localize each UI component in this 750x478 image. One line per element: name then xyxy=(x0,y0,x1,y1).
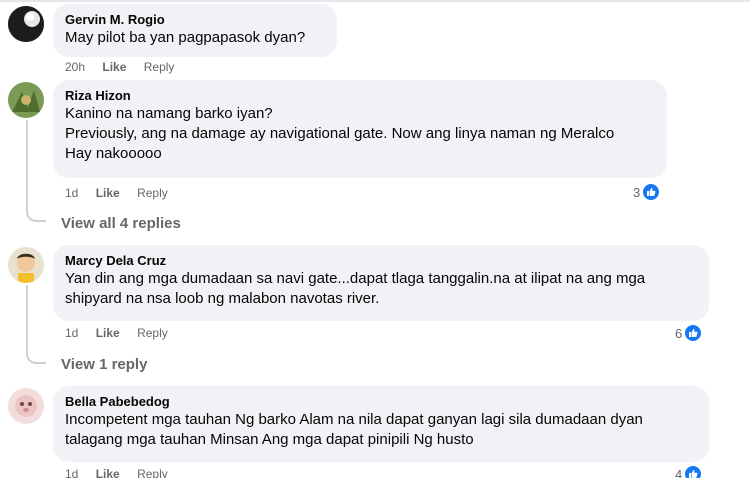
like-button[interactable]: Like xyxy=(102,60,126,74)
thread-connector xyxy=(26,285,46,364)
reply-button[interactable]: Reply xyxy=(144,60,175,74)
avatar[interactable] xyxy=(8,388,44,424)
comment-author[interactable]: Gervin M. Rogio xyxy=(65,11,325,28)
top-divider xyxy=(0,0,750,2)
comment-text-line: Previously, ang na damage ay navigationa… xyxy=(65,125,615,142)
comment-time[interactable]: 20h xyxy=(65,60,85,74)
comment-time[interactable]: 1d xyxy=(65,467,78,478)
avatar[interactable] xyxy=(8,247,44,283)
like-thumb-icon xyxy=(684,324,703,342)
comment-text-line: Kanino na namang barko iyan? xyxy=(65,105,273,122)
comment-bubble: Riza Hizon Kanino na namang barko iyan? … xyxy=(53,80,667,178)
comment-bubble: Gervin M. Rogio May pilot ba yan pagpapa… xyxy=(53,4,337,57)
comment-author[interactable]: Riza Hizon xyxy=(65,87,655,104)
comment-time[interactable]: 1d xyxy=(65,326,78,340)
comment-actions: 1d Like Reply xyxy=(65,467,182,478)
reaction-count: 4 xyxy=(675,466,683,478)
reaction-summary[interactable]: 4 xyxy=(675,465,703,478)
comment-author[interactable]: Marcy Dela Cruz xyxy=(65,252,697,269)
reply-button[interactable]: Reply xyxy=(137,467,168,478)
reaction-summary[interactable]: 6 xyxy=(675,324,703,342)
comment-actions: 20h Like Reply xyxy=(65,60,188,74)
view-replies-link[interactable]: View 1 reply xyxy=(61,356,147,373)
comment-text-line: shipyard na nsa loob ng malabon navotas … xyxy=(65,290,380,307)
comment-text: May pilot ba yan pagpapasok dyan? xyxy=(65,29,306,46)
comment-actions: 1d Like Reply xyxy=(65,186,182,200)
comment-bubble: Marcy Dela Cruz Yan din ang mga dumadaan… xyxy=(53,245,709,321)
comment-text-line: Yan din ang mga dumadaan sa navi gate...… xyxy=(65,270,646,287)
reaction-count: 3 xyxy=(633,184,641,200)
reply-button[interactable]: Reply xyxy=(137,186,168,200)
comment-bubble: Bella Pabebedog Incompetent mga tauhan N… xyxy=(53,386,709,462)
like-thumb-icon xyxy=(684,465,703,478)
comment-author[interactable]: Bella Pabebedog xyxy=(65,393,697,410)
like-button[interactable]: Like xyxy=(96,186,120,200)
thread-connector xyxy=(26,120,46,222)
reaction-summary[interactable]: 3 xyxy=(633,183,661,201)
comment-time[interactable]: 1d xyxy=(65,186,78,200)
comment-text-line: talagang mga tauhan Minsan Ang mga dapat… xyxy=(65,431,474,448)
view-replies-link[interactable]: View all 4 replies xyxy=(61,215,181,232)
reply-button[interactable]: Reply xyxy=(137,326,168,340)
avatar[interactable] xyxy=(8,6,44,42)
like-thumb-icon xyxy=(642,183,661,201)
comment-text-line: Incompetent mga tauhan Ng barko Alam na … xyxy=(65,411,643,428)
like-button[interactable]: Like xyxy=(96,467,120,478)
like-button[interactable]: Like xyxy=(96,326,120,340)
avatar[interactable] xyxy=(8,82,44,118)
comment-actions: 1d Like Reply xyxy=(65,326,182,340)
reaction-count: 6 xyxy=(675,325,683,341)
comment-text-line: Hay nakooooo xyxy=(65,145,162,162)
